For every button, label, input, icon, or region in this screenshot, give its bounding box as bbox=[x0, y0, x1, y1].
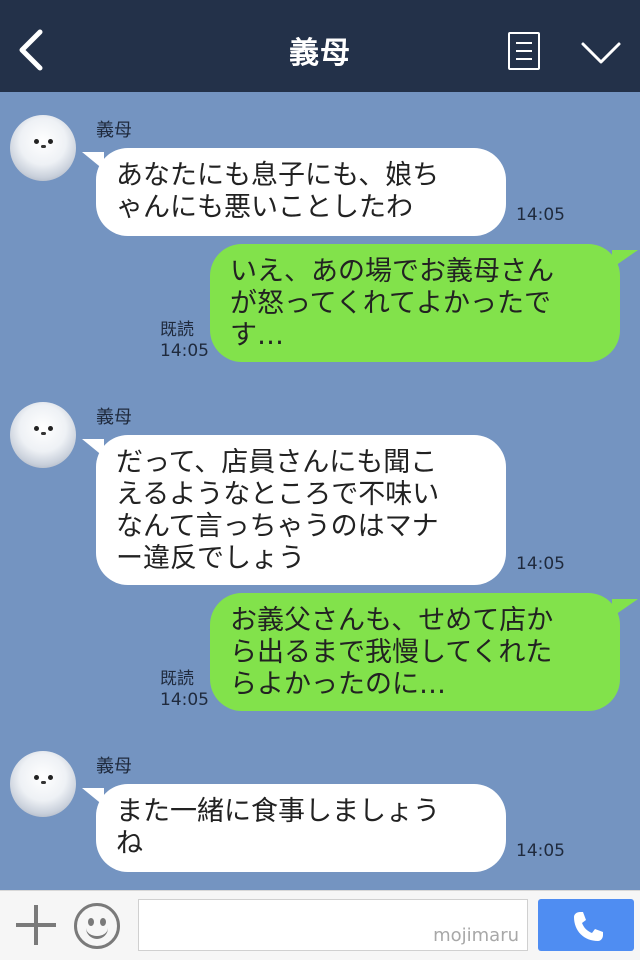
sender-name: 義母 bbox=[96, 756, 132, 777]
input-bar: mojimaru bbox=[0, 890, 640, 960]
read-label: 既読 bbox=[160, 320, 194, 340]
plus-icon[interactable] bbox=[16, 905, 56, 945]
message-line: お義父さんも、せめて店か bbox=[230, 605, 554, 636]
message-line: す… bbox=[230, 320, 284, 351]
message-line: ゃんにも悪いことしたわ bbox=[116, 192, 413, 223]
message-line: だって、店員さんにも聞こ bbox=[116, 447, 438, 478]
read-receipt: 既読 14:05 bbox=[160, 669, 209, 711]
chevron-down-icon[interactable] bbox=[580, 40, 622, 66]
chat-area[interactable]: 義母 あなたにも息子にも、娘ち ゃんにも悪いことしたわ 14:05 いえ、あの場… bbox=[0, 92, 640, 890]
chat-title: 義母 bbox=[289, 36, 351, 71]
message-input[interactable]: mojimaru bbox=[138, 899, 528, 951]
message-time: 14:05 bbox=[516, 841, 565, 861]
message-line: えるようなところで不味い bbox=[116, 479, 440, 510]
call-button[interactable] bbox=[538, 899, 634, 951]
message-line: なんて言っちゃうのはマナ bbox=[116, 511, 439, 542]
menu-icon[interactable] bbox=[508, 32, 540, 70]
sender-name: 義母 bbox=[96, 407, 132, 428]
phone-icon bbox=[574, 912, 603, 941]
message-line: ー違反でしょう bbox=[116, 543, 305, 574]
message-line: ね bbox=[116, 828, 143, 859]
outgoing-message[interactable]: いえ、あの場でお義母さん が怒ってくれてよかったで す… bbox=[210, 244, 620, 362]
avatar[interactable] bbox=[10, 751, 76, 817]
watermark: mojimaru bbox=[433, 925, 519, 946]
message-time: 14:05 bbox=[516, 554, 565, 574]
message-line: あなたにも息子にも、娘ち bbox=[116, 160, 440, 191]
message-line: らよかったのに… bbox=[230, 669, 446, 700]
read-label: 既読 bbox=[160, 669, 194, 689]
outgoing-message[interactable]: お義父さんも、せめて店か ら出るまで我慢してくれた らよかったのに… bbox=[210, 593, 620, 711]
incoming-message[interactable]: だって、店員さんにも聞こ えるようなところで不味い なんて言っちゃうのはマナ ー… bbox=[96, 435, 506, 585]
message-time: 14:05 bbox=[516, 205, 565, 225]
message-line: また一緒に食事しましょう bbox=[116, 796, 440, 827]
sender-name: 義母 bbox=[96, 120, 132, 141]
message-line: いえ、あの場でお義母さん bbox=[230, 256, 554, 287]
message-time: 14:05 bbox=[160, 690, 209, 710]
incoming-message[interactable]: また一緒に食事しましょう ね bbox=[96, 784, 506, 872]
message-time: 14:05 bbox=[160, 341, 209, 361]
incoming-message[interactable]: あなたにも息子にも、娘ち ゃんにも悪いことしたわ bbox=[96, 148, 506, 236]
smiley-icon[interactable] bbox=[74, 903, 120, 949]
avatar[interactable] bbox=[10, 402, 76, 468]
message-line: ら出るまで我慢してくれた bbox=[230, 637, 553, 668]
read-receipt: 既読 14:05 bbox=[160, 320, 209, 362]
message-line: が怒ってくれてよかったで bbox=[230, 288, 552, 319]
chat-header: 義母 bbox=[0, 0, 640, 92]
avatar[interactable] bbox=[10, 115, 76, 181]
